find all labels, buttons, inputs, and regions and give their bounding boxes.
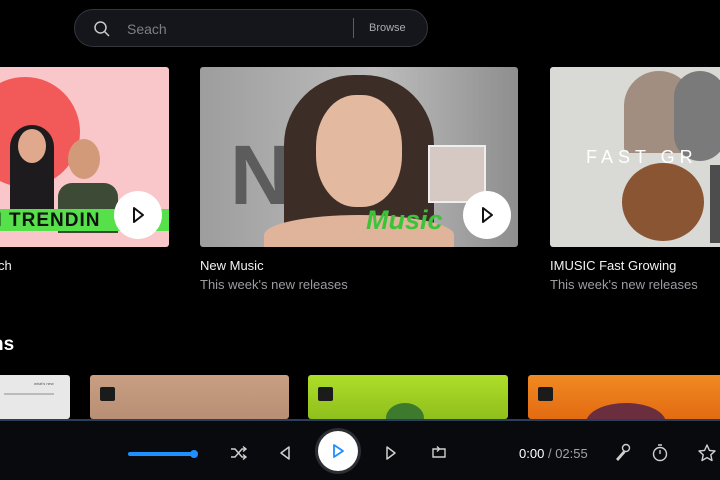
album-card[interactable] xyxy=(308,375,508,419)
cover-letter: N xyxy=(230,128,291,222)
playlist-meta-1: ch xyxy=(0,258,12,273)
time-display: 0:00 / 02:55 xyxy=(519,446,588,461)
album-art-shape xyxy=(586,403,666,419)
repeat-icon[interactable] xyxy=(430,445,448,461)
album-badge-icon xyxy=(100,387,115,401)
progress-bar[interactable] xyxy=(128,452,194,456)
play-button[interactable] xyxy=(463,191,511,239)
playlist-subtitle: This week's new releases xyxy=(200,277,348,292)
time-current: 0:00 xyxy=(519,446,545,461)
search-bar[interactable]: Browse xyxy=(74,9,428,47)
cover-portrait-3 xyxy=(622,163,704,241)
player-bar: 0:00 / 02:55 xyxy=(0,419,720,480)
cover-face-1 xyxy=(18,129,46,163)
playlist-title[interactable]: ch xyxy=(0,258,12,273)
cover-face xyxy=(316,95,402,207)
shuffle-icon[interactable] xyxy=(230,445,248,461)
search-icon xyxy=(94,21,110,37)
cover-text: FAST GR xyxy=(586,147,698,167)
album-card[interactable] xyxy=(90,375,289,419)
cover-face-2 xyxy=(68,139,100,179)
section-title: ns xyxy=(0,334,15,355)
next-icon[interactable] xyxy=(384,445,398,461)
album-art-shape xyxy=(386,403,424,419)
time-total: 02:55 xyxy=(555,446,588,461)
timer-icon[interactable] xyxy=(651,443,669,463)
album-card[interactable]: what's new xyxy=(0,375,70,419)
playlist-meta-3: IMUSIC Fast Growing This week's new rele… xyxy=(550,258,698,292)
previous-icon[interactable] xyxy=(278,445,292,461)
cover-text: Music xyxy=(366,205,443,235)
progress-knob[interactable] xyxy=(190,450,198,458)
playlist-title[interactable]: New Music xyxy=(200,258,348,273)
playlist-card-fast-growing[interactable]: FAST GR xyxy=(550,67,720,247)
album-label: what's new xyxy=(34,381,54,386)
play-icon xyxy=(482,207,493,223)
album-label-line xyxy=(4,393,54,395)
cover-text: N TRENDIN xyxy=(0,210,101,231)
playlist-card-new-music[interactable]: N Music xyxy=(200,67,518,247)
star-icon[interactable] xyxy=(697,443,717,463)
playlist-title[interactable]: IMUSIC Fast Growing xyxy=(550,258,698,273)
search-divider xyxy=(353,18,354,38)
play-icon xyxy=(133,207,144,223)
microphone-icon[interactable] xyxy=(614,443,632,463)
time-separator: / xyxy=(547,446,552,461)
album-badge-icon xyxy=(318,387,333,401)
search-input[interactable] xyxy=(127,17,347,41)
cover-portrait-4 xyxy=(710,165,720,243)
playlist-card-trending[interactable]: N TRENDIN xyxy=(0,67,169,247)
play-icon xyxy=(333,444,344,458)
album-badge-icon xyxy=(538,387,553,401)
playlist-meta-2: New Music This week's new releases xyxy=(200,258,348,292)
play-button[interactable] xyxy=(114,191,162,239)
album-card[interactable] xyxy=(528,375,720,419)
playlist-subtitle: This week's new releases xyxy=(550,277,698,292)
play-button[interactable] xyxy=(318,431,358,471)
browse-button[interactable]: Browse xyxy=(369,22,406,34)
